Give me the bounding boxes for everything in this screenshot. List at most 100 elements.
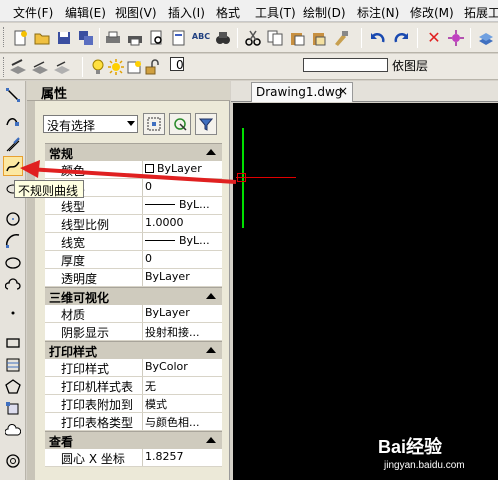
standard-toolbar: ABC ✕	[0, 23, 498, 53]
point-icon[interactable]	[3, 303, 23, 323]
donut-icon[interactable]	[3, 451, 23, 471]
chevron-down-icon	[127, 121, 135, 126]
section-view[interactable]: 查看	[45, 431, 222, 449]
spell-check-icon[interactable]: ABC	[191, 27, 211, 47]
property-row[interactable]: 厚度 0	[45, 251, 222, 269]
section-3d-visualization[interactable]: 三维可视化	[45, 287, 222, 305]
layer-unlock-icon[interactable]	[142, 57, 162, 77]
property-row[interactable]: 线型 ByL...	[45, 197, 222, 215]
collapse-arrow-icon[interactable]	[206, 149, 216, 155]
polygon-icon[interactable]	[3, 377, 23, 397]
collapse-arrow-icon[interactable]	[206, 293, 216, 299]
paste-icon[interactable]	[287, 28, 307, 48]
rectangle-icon[interactable]	[3, 333, 23, 353]
drawing-canvas[interactable]	[233, 103, 498, 480]
layer-match-icon[interactable]	[52, 57, 72, 77]
line-icon[interactable]	[3, 85, 23, 105]
toolbar-grip[interactable]	[3, 57, 6, 77]
plot-icon[interactable]	[125, 28, 145, 48]
draw-toolbar	[0, 81, 26, 480]
property-row[interactable]: 打印样式 ByColor	[45, 359, 222, 377]
save-all-icon[interactable]	[76, 28, 96, 48]
menu-insert[interactable]: 插入(I)	[168, 4, 205, 21]
layer-manager-icon[interactable]	[476, 28, 496, 48]
delete-icon[interactable]: ✕	[424, 28, 444, 48]
open-file-icon[interactable]	[32, 28, 52, 48]
selection-value: 没有选择	[47, 119, 96, 133]
explode-icon[interactable]	[446, 28, 466, 48]
collapse-arrow-icon[interactable]	[206, 347, 216, 353]
property-row[interactable]: 打印表格类型 与颜色相...	[45, 413, 222, 431]
menu-view[interactable]: 视图(V)	[115, 4, 157, 21]
menu-modify[interactable]: 修改(M)	[410, 4, 454, 21]
select-objects-button[interactable]	[169, 113, 191, 135]
menu-edit[interactable]: 编辑(E)	[65, 4, 106, 21]
polyline-icon[interactable]	[3, 111, 23, 131]
watermark-brand: Bai经验	[378, 437, 443, 457]
section-general[interactable]: 常规	[45, 143, 222, 161]
menu-extend[interactable]: 拓展工	[464, 4, 498, 21]
match-properties-icon[interactable]	[331, 28, 351, 48]
layer-state-icon[interactable]	[8, 57, 28, 77]
redo-icon[interactable]	[391, 28, 411, 48]
tab-drawing1[interactable]: Drawing1.dwg ×	[251, 82, 353, 102]
selection-dropdown[interactable]: 没有选择	[43, 115, 138, 133]
property-row[interactable]: 线型比例 1.0000	[45, 215, 222, 233]
app-window: 文件(F) 编辑(E) 视图(V) 插入(I) 格式 工具(T) 绘制(D) 标…	[0, 0, 498, 480]
tab-label: Drawing1.dwg	[256, 85, 343, 99]
circle-icon[interactable]	[3, 209, 23, 229]
spline-icon[interactable]	[3, 156, 23, 176]
layer-vp-freeze-icon[interactable]	[124, 57, 144, 77]
menu-bar: 文件(F) 编辑(E) 视图(V) 插入(I) 格式 工具(T) 绘制(D) 标…	[0, 0, 498, 22]
arc-icon[interactable]	[3, 231, 23, 251]
layer-thaw-sun-icon[interactable]	[106, 57, 126, 77]
menu-file[interactable]: 文件(F)	[13, 4, 53, 21]
property-row[interactable]: 圆心 X 坐标 1.8257	[45, 449, 222, 467]
find-icon[interactable]	[213, 28, 233, 48]
publish-icon[interactable]	[169, 28, 189, 48]
toolbar-grip[interactable]	[3, 27, 6, 47]
save-icon[interactable]	[54, 28, 74, 48]
lineweight-sample	[145, 240, 175, 241]
toggle-pickadd-button[interactable]	[143, 113, 165, 135]
print-icon[interactable]	[103, 28, 123, 48]
hatch-icon[interactable]	[3, 355, 23, 375]
undo-icon[interactable]	[368, 28, 388, 48]
print-preview-icon[interactable]	[147, 28, 167, 48]
quick-select-button[interactable]	[195, 113, 217, 135]
color-control-label[interactable]: 依图层	[392, 57, 428, 74]
menu-draw[interactable]: 绘制(D)	[303, 4, 346, 21]
property-row[interactable]: 材质 ByLayer	[45, 305, 222, 323]
property-row[interactable]: 阴影显示 投射和接...	[45, 323, 222, 341]
menu-format[interactable]: 格式	[216, 4, 240, 21]
collapse-arrow-icon[interactable]	[206, 437, 216, 443]
property-row[interactable]: 打印表附加到 模式	[45, 395, 222, 413]
paste-special-icon[interactable]	[309, 28, 329, 48]
multiline-icon[interactable]	[3, 135, 23, 155]
property-row[interactable]: 透明度 ByLayer	[45, 269, 222, 287]
cut-icon[interactable]	[243, 28, 263, 48]
color-swatch	[145, 164, 154, 173]
copy-icon[interactable]	[265, 28, 285, 48]
revision-cloud-icon[interactable]	[3, 275, 23, 295]
region-icon[interactable]	[3, 399, 23, 419]
crosshair-pickbox	[237, 173, 246, 182]
wipeout-icon[interactable]	[3, 421, 23, 441]
property-row[interactable]: 线宽 ByL...	[45, 233, 222, 251]
document-tab-bar: Drawing1.dwg ×	[231, 81, 498, 102]
section-plot-style[interactable]: 打印样式	[45, 341, 222, 359]
new-file-icon[interactable]	[10, 28, 30, 48]
ellipse-icon[interactable]	[3, 253, 23, 273]
close-icon[interactable]: ×	[338, 84, 348, 98]
current-layer-value[interactable]: 0	[176, 58, 184, 72]
layer-on-bulb-icon[interactable]	[88, 57, 108, 77]
watermark-url: jingyan.baidu.com	[384, 460, 465, 471]
color-control-dropdown[interactable]	[303, 58, 388, 72]
properties-title: 属性	[27, 81, 230, 102]
property-row[interactable]: 打印机样式表无	[45, 377, 222, 395]
property-row[interactable]: 颜色 ByLayer	[45, 161, 222, 179]
layer-previous-icon[interactable]	[30, 57, 50, 77]
menu-tools[interactable]: 工具(T)	[255, 4, 296, 21]
menu-dimension[interactable]: 标注(N)	[357, 4, 399, 21]
palette-title-bar[interactable]	[27, 101, 35, 480]
